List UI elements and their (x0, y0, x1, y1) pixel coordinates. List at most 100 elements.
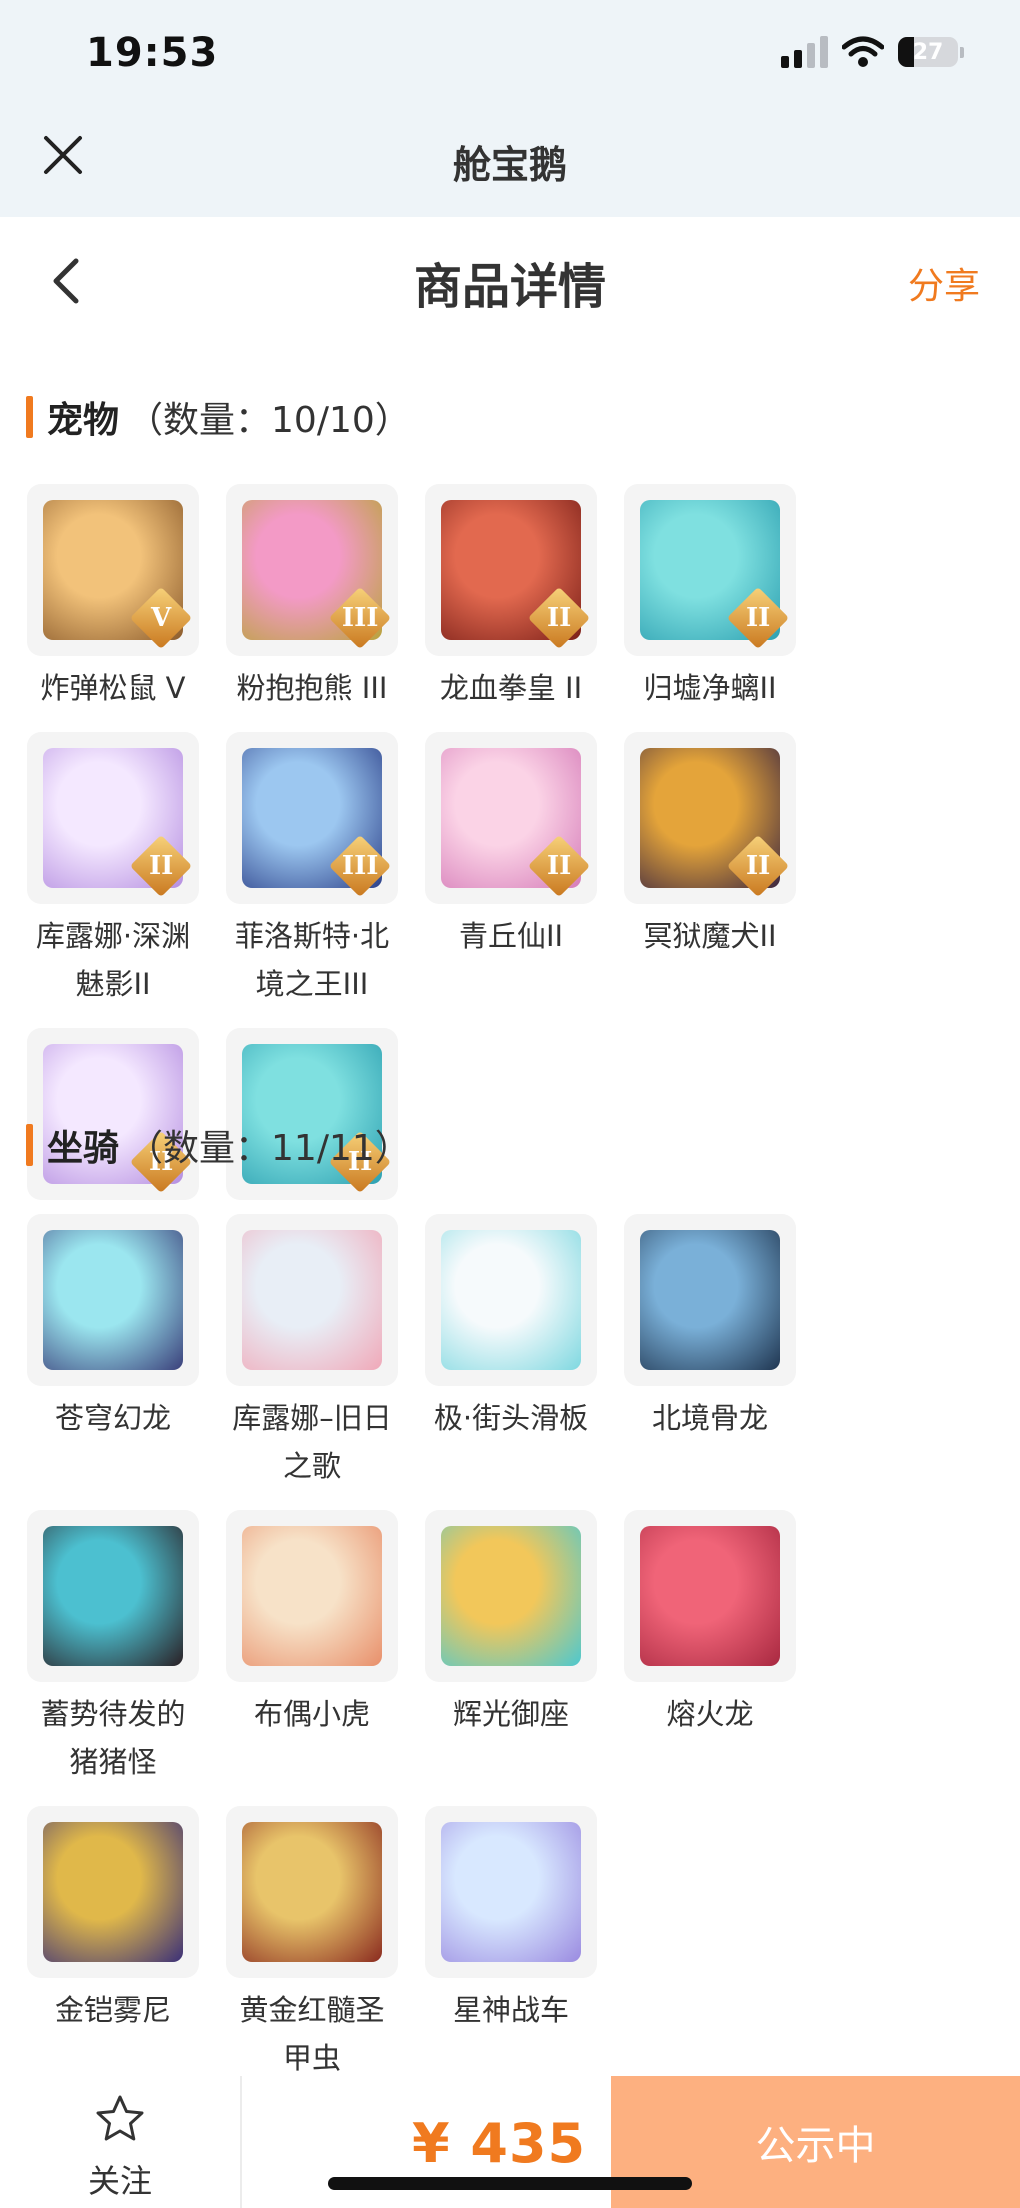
mount-item[interactable]: 蓄势待发的猪猪怪 (27, 1510, 199, 1786)
share-button[interactable]: 分享 (908, 257, 980, 309)
mount-thumbnail (624, 1214, 796, 1386)
mount-item[interactable]: 极·街头滑板 (425, 1214, 597, 1490)
wifi-icon (842, 36, 884, 67)
mount-thumbnail (226, 1214, 398, 1386)
pet-thumbnail: V (27, 484, 199, 656)
mount-item[interactable]: 辉光御座 (425, 1510, 597, 1786)
pet-item[interactable]: II 归墟净螭II (624, 484, 796, 712)
pet-name: 冥狱魔犬II (643, 919, 777, 953)
mount-artwork (640, 1230, 780, 1370)
rank-badge-label: II (546, 850, 572, 881)
mount-item[interactable]: 熔火龙 (624, 1510, 796, 1786)
mount-item[interactable]: 北境骨龙 (624, 1214, 796, 1490)
pet-thumbnail: II (624, 484, 796, 656)
pets-section-name: 宠物 (47, 400, 120, 441)
page-header: 商品详情 分享 (0, 217, 1020, 347)
battery-percentage: 27 (912, 39, 944, 65)
section-accent-bar (26, 396, 33, 438)
home-indicator (328, 2177, 692, 2190)
mounts-grid: 苍穹幻龙 库露娜–旧日之歌 极·街头滑板 北境骨龙蓄势待发的猪猪怪 布偶小虎 辉光御座 熔火… (27, 1214, 993, 2102)
pet-name: 炸弹松鼠 V (40, 671, 186, 705)
mount-name: 蓄势待发的猪猪怪 (40, 1697, 186, 1779)
mount-artwork (43, 1230, 183, 1370)
mount-name: 金铠雾尼 (54, 1993, 171, 2027)
mount-name: 熔火龙 (666, 1697, 754, 1731)
pet-name: 菲洛斯特·北境之王III (234, 919, 390, 1001)
pet-item[interactable]: II 青丘仙II (425, 732, 597, 1008)
pet-item[interactable]: II 冥狱魔犬II (624, 732, 796, 1008)
mount-thumbnail (226, 1806, 398, 1978)
mount-name: 星神战车 (452, 1993, 569, 2027)
mounts-count: （数量：11/11） (127, 1128, 411, 1169)
pet-name: 龙血拳皇 II (439, 671, 583, 705)
cellular-signal-icon (781, 36, 828, 68)
pet-name: 粉抱抱熊 III (236, 671, 388, 705)
mount-name: 库露娜–旧日之歌 (232, 1401, 392, 1483)
rank-badge-label: III (341, 603, 379, 633)
mount-artwork (441, 1230, 581, 1370)
battery-icon: 27 (898, 37, 958, 67)
mount-item[interactable]: 金铠雾尼 (27, 1806, 199, 2082)
follow-button[interactable]: 关注 (0, 2076, 242, 2208)
pet-name: 归墟净螭II (643, 671, 777, 705)
section-accent-bar (26, 1124, 33, 1166)
mount-artwork (441, 1526, 581, 1666)
mount-name: 辉光御座 (452, 1697, 569, 1731)
pet-thumbnail: II (425, 484, 597, 656)
mount-item[interactable]: 布偶小虎 (226, 1510, 398, 1786)
mount-thumbnail (425, 1806, 597, 1978)
mount-item[interactable]: 库露娜–旧日之歌 (226, 1214, 398, 1490)
mount-thumbnail (226, 1510, 398, 1682)
webview-title: 舱宝鹅 (452, 143, 567, 187)
mount-name: 极·街头滑板 (433, 1401, 589, 1435)
rank-badge-label: V (150, 603, 172, 633)
mount-thumbnail (27, 1806, 199, 1978)
pets-count: （数量：10/10） (127, 400, 411, 441)
mounts-section-name: 坐骑 (47, 1128, 120, 1169)
pet-thumbnail: III (226, 732, 398, 904)
pets-grid: V 炸弹松鼠 V III 粉抱抱熊 III II 龙血拳皇 II II 归墟净螭II II 库露娜… (27, 484, 993, 1324)
pet-item[interactable]: III 粉抱抱熊 III (226, 484, 398, 712)
price: ¥ 435 (412, 2112, 587, 2175)
mount-artwork (43, 1526, 183, 1666)
mount-thumbnail (27, 1214, 199, 1386)
status-time: 19:53 (86, 30, 219, 76)
pet-thumbnail: II (425, 732, 597, 904)
pets-section-title: 宠物 （数量：10/10） (26, 392, 411, 442)
mount-artwork (242, 1526, 382, 1666)
mount-thumbnail (624, 1510, 796, 1682)
mount-item[interactable]: 黄金红髓圣甲虫 (226, 1806, 398, 2082)
page-title: 商品详情 (413, 259, 606, 315)
mount-name: 苍穹幻龙 (54, 1401, 171, 1435)
pet-thumbnail: III (226, 484, 398, 656)
mount-thumbnail (27, 1510, 199, 1682)
pet-thumbnail: II (27, 732, 199, 904)
pet-name: 库露娜·深渊魅影II (35, 919, 191, 1001)
pet-item[interactable]: II 龙血拳皇 II (425, 484, 597, 712)
mount-item[interactable]: 星神战车 (425, 1806, 597, 2082)
rank-badge-label: II (745, 850, 771, 881)
mount-artwork (43, 1822, 183, 1962)
pet-thumbnail: II (624, 732, 796, 904)
rank-badge-label: II (546, 602, 572, 633)
pet-name: 青丘仙II (458, 919, 564, 953)
rank-badge-label: II (148, 850, 174, 881)
mount-name: 布偶小虎 (253, 1697, 370, 1731)
mount-artwork (640, 1526, 780, 1666)
mount-name: 黄金红髓圣甲虫 (239, 1993, 385, 2075)
mount-thumbnail (425, 1214, 597, 1386)
pet-thumbnail: II (27, 1028, 199, 1200)
star-icon (96, 2095, 144, 2141)
pet-item[interactable]: III 菲洛斯特·北境之王III (226, 732, 398, 1008)
webview-header: 19:53 27 舱宝鹅 (0, 0, 1020, 217)
pet-item[interactable]: II 库露娜·深渊魅影II (27, 732, 199, 1008)
rank-badge-label: III (341, 851, 379, 881)
mount-thumbnail (425, 1510, 597, 1682)
pet-item[interactable]: V 炸弹松鼠 V (27, 484, 199, 712)
mount-artwork (441, 1822, 581, 1962)
mounts-section-title: 坐骑 （数量：11/11） (26, 1120, 411, 1170)
status-icons: 27 (781, 36, 964, 68)
mount-artwork (242, 1822, 382, 1962)
mount-item[interactable]: 苍穹幻龙 (27, 1214, 199, 1490)
pet-thumbnail: II (226, 1028, 398, 1200)
